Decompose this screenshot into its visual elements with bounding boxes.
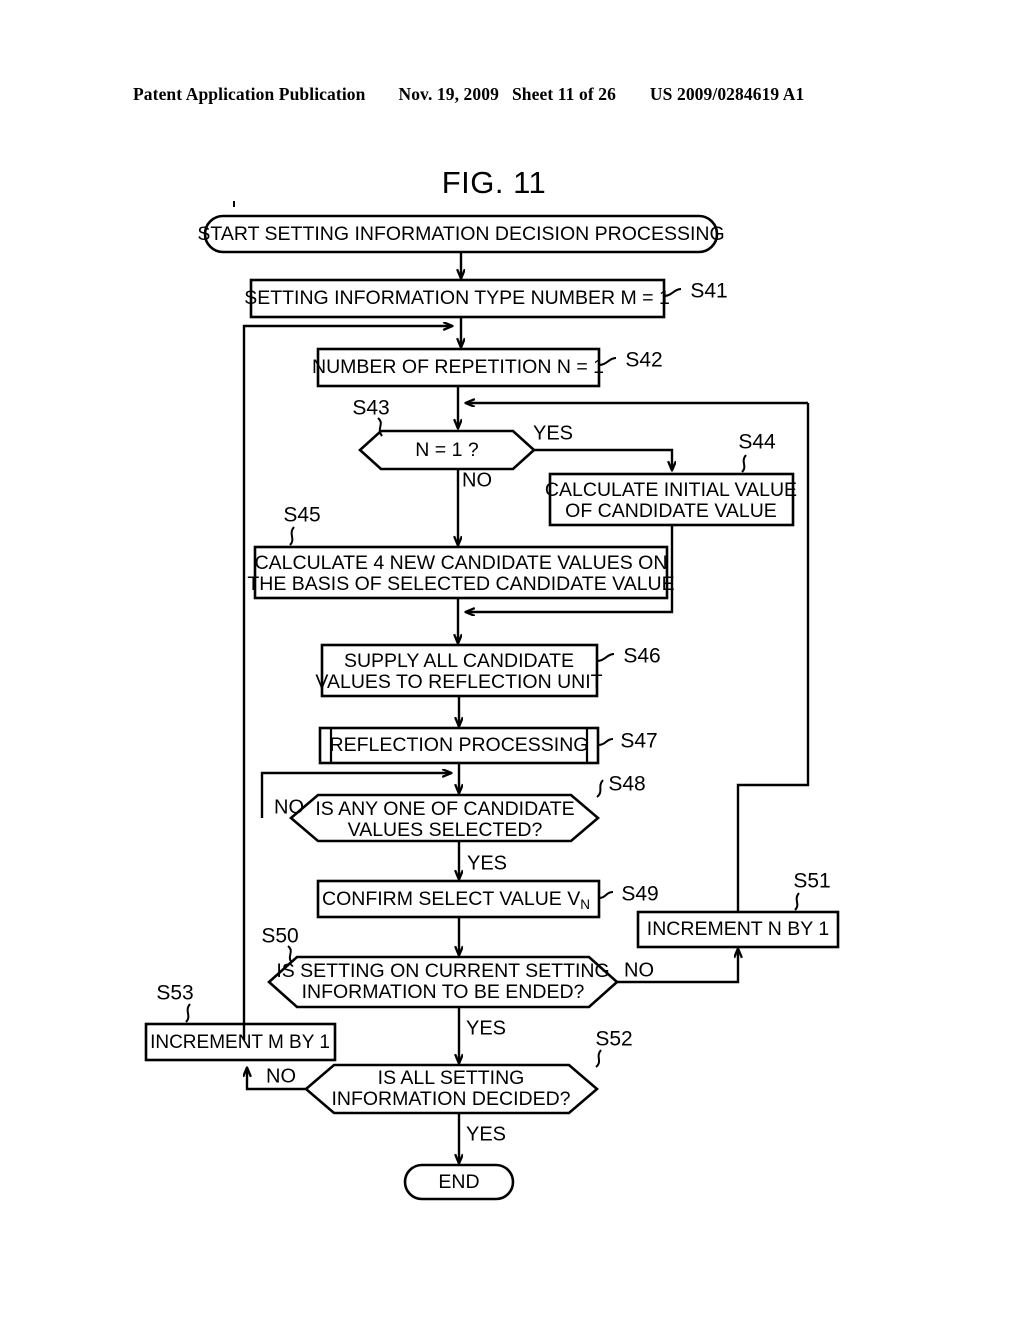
- node-s49-subscript: N: [580, 897, 590, 912]
- node-s52-line2: INFORMATION DECIDED?: [331, 1088, 570, 1110]
- step-label-s51: S51: [793, 870, 830, 893]
- connector-s43-yes-to-s44: [534, 448, 672, 470]
- node-s41: SETTING INFORMATION TYPE NUMBER M = 1 S4…: [244, 278, 728, 319]
- step-label-s45: S45: [283, 504, 320, 527]
- node-start-label: START SETTING INFORMATION DECISION PROCE…: [197, 223, 724, 245]
- node-s53-label: INCREMENT M BY 1: [150, 1032, 330, 1053]
- node-end-label: END: [438, 1171, 479, 1193]
- branch-s52-no: NO: [266, 1065, 296, 1087]
- node-s47-label: REFLECTION PROCESSING: [330, 734, 589, 756]
- node-s50-line1: IS SETTING ON CURRENT SETTING: [276, 960, 609, 982]
- step-label-s44: S44: [738, 431, 776, 454]
- node-s46: SUPPLY ALL CANDIDATE VALUES TO REFLECTIO…: [315, 643, 661, 698]
- node-s51-label: INCREMENT N BY 1: [647, 918, 829, 940]
- node-s50-line2: INFORMATION TO BE ENDED?: [302, 981, 585, 1003]
- node-s50: IS SETTING ON CURRENT SETTING INFORMATIO…: [261, 925, 654, 1040]
- step-label-s50: S50: [261, 925, 298, 948]
- branch-s43-no: NO: [462, 469, 492, 491]
- flowchart-diagram: START SETTING INFORMATION DECISION PROCE…: [144, 201, 840, 1201]
- node-s43: N = 1 ? S43 YES NO: [352, 397, 573, 492]
- step-label-s42: S42: [625, 349, 662, 372]
- branch-s52-yes: YES: [466, 1123, 506, 1145]
- node-s49-label-group: CONFIRM SELECT VALUE VN: [322, 888, 590, 911]
- node-s46-line1: SUPPLY ALL CANDIDATE: [344, 650, 574, 672]
- step-label-s49: S49: [621, 883, 658, 906]
- node-s49: CONFIRM SELECT VALUE VN S49: [316, 879, 659, 919]
- node-s44-line1: CALCULATE INITIAL VALUE: [545, 479, 797, 501]
- node-s44-line2: OF CANDIDATE VALUE: [565, 500, 777, 522]
- step-label-s53: S53: [156, 982, 193, 1005]
- step-label-s46: S46: [623, 645, 660, 668]
- step-label-s47: S47: [620, 730, 657, 753]
- node-s48-line2: VALUES SELECTED?: [348, 819, 543, 841]
- step-label-s48: S48: [608, 773, 645, 796]
- branch-s48-yes: YES: [467, 852, 507, 874]
- branch-s50-no: NO: [624, 959, 654, 981]
- node-start: START SETTING INFORMATION DECISION PROCE…: [197, 214, 725, 254]
- node-s48-line1: IS ANY ONE OF CANDIDATE: [315, 798, 574, 820]
- node-s45-line1: CALCULATE 4 NEW CANDIDATE VALUES ON: [255, 552, 668, 574]
- branch-s48-no: NO: [274, 796, 304, 818]
- node-s52-line1: IS ALL SETTING: [378, 1067, 525, 1089]
- step-label-s52: S52: [595, 1028, 632, 1051]
- node-s46-line2: VALUES TO REFLECTION UNIT: [315, 671, 602, 693]
- patent-drawing-page: Patent Application Publication Nov. 19, …: [0, 0, 1024, 1320]
- node-s42-label: NUMBER OF REPETITION N = 1: [312, 356, 604, 378]
- node-s49-label: CONFIRM SELECT VALUE V: [322, 888, 580, 910]
- node-s43-label: N = 1 ?: [415, 439, 479, 461]
- step-label-s43: S43: [352, 397, 389, 420]
- branch-s50-yes: YES: [466, 1017, 506, 1039]
- node-s44: CALCULATE INITIAL VALUE OF CANDIDATE VAL…: [545, 431, 797, 527]
- step-label-s41: S41: [690, 280, 727, 303]
- node-s42: NUMBER OF REPETITION N = 1 S42: [312, 347, 663, 388]
- node-end: END: [403, 1163, 515, 1201]
- node-s45-line2: THE BASIS OF SELECTED CANDIDATE VALUE: [247, 573, 674, 595]
- branch-s43-yes: YES: [533, 422, 573, 444]
- node-s41-label: SETTING INFORMATION TYPE NUMBER M = 1: [244, 287, 670, 309]
- node-s47: REFLECTION PROCESSING S47: [318, 726, 658, 765]
